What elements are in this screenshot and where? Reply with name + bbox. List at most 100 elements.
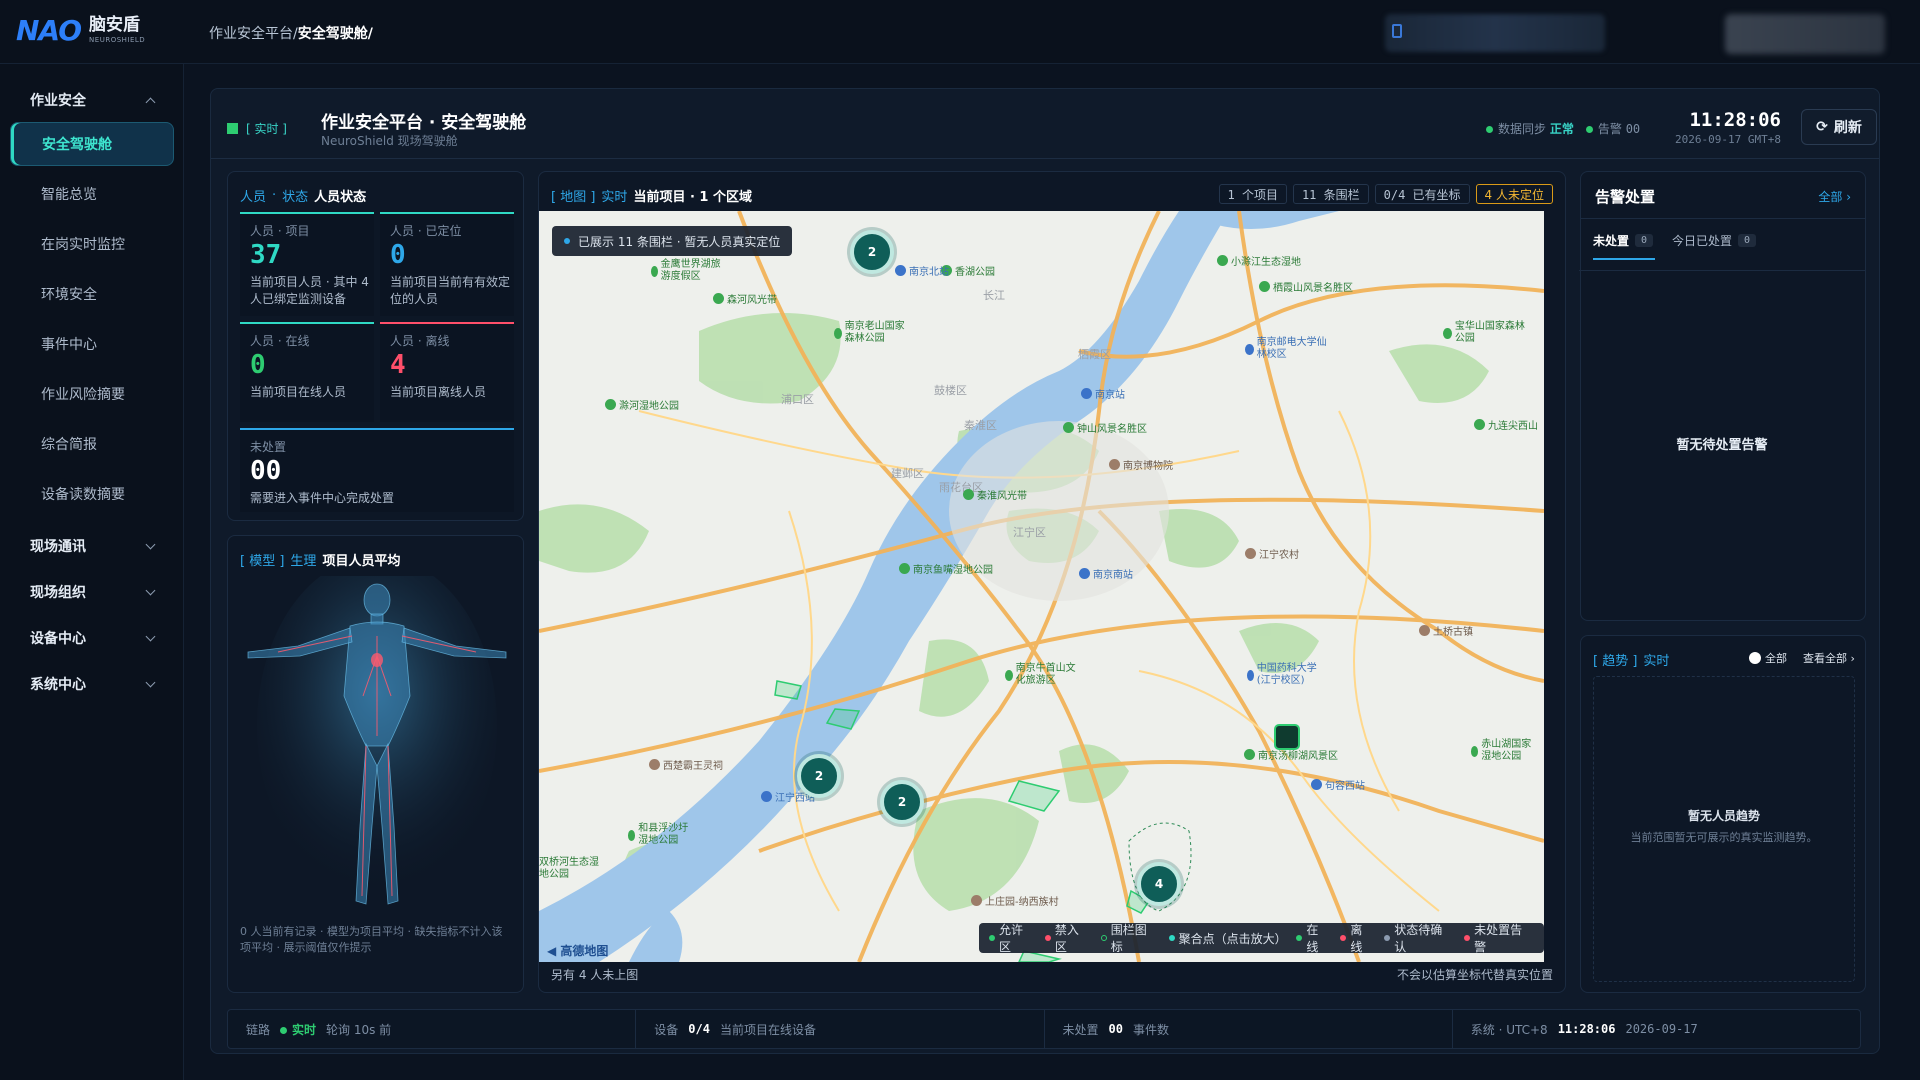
tab-underline — [1593, 258, 1655, 260]
document-icon — [1392, 24, 1402, 38]
legend-item: 未处置告警 — [1464, 921, 1534, 955]
map-cluster[interactable]: 2 — [880, 780, 924, 824]
map-cluster[interactable]: 2 — [850, 230, 894, 274]
sidebar-item-onduty-monitor[interactable]: 在岗实时监控 — [10, 222, 174, 266]
legend-item: 围栏图标 — [1100, 921, 1159, 955]
map-district-label: 浦口区 — [781, 393, 814, 406]
map-footer-right: 不会以估算坐标代替真实位置 — [1396, 968, 1553, 982]
map-poi-campus[interactable]: 南京邮电大学仙林校区 — [1245, 337, 1335, 361]
stat-card-project-people[interactable]: 人员 · 项目 37 当前项目人员 · 其中 4 人已绑定监测设备 — [240, 212, 374, 316]
stat-card-located[interactable]: 人员 · 已定位 0 当前项目当前有有效定位的人员 — [380, 212, 514, 316]
sidebar-item-event-center[interactable]: 事件中心 — [10, 322, 174, 366]
map-poi-landmark[interactable]: 南京博物院 — [1109, 457, 1173, 472]
map-poi-landmark[interactable]: 上庄园-纳西族村 — [971, 893, 1059, 908]
redacted-user-area[interactable] — [1725, 14, 1885, 54]
human-body-model[interactable] — [238, 576, 516, 916]
brand-logo[interactable]: NAO 脑安盾 NEUROSHIELD — [16, 14, 145, 47]
map-poi-park[interactable]: 秦淮风光带 — [963, 487, 1027, 502]
map-poi-park[interactable]: 小滁江生态湿地 — [1217, 253, 1301, 268]
map-poi-station[interactable]: 句容西站 — [1311, 777, 1365, 792]
map-district-label: 长江 — [983, 289, 1005, 302]
sidebar-group-site-org[interactable]: 现场组织 — [0, 572, 184, 612]
map-poi-park[interactable]: 赤山湖国家湿地公园 — [1471, 739, 1541, 763]
footer-link-status: 链路 实时 轮询 10s 前 — [228, 1010, 637, 1048]
top-bar: NAO 脑安盾 NEUROSHIELD 作业安全平台/安全驾驶舱/ — [0, 0, 1920, 64]
status-dot-icon — [280, 1026, 288, 1034]
map-poi-park[interactable]: 九连尖西山 — [1474, 417, 1538, 432]
toggle-knob-icon — [1749, 652, 1761, 664]
sidebar-group-operation-safety[interactable]: 作业安全 — [0, 80, 184, 120]
tab-today-handled[interactable]: 今日已处置 0 — [1672, 232, 1757, 249]
map-poi-park[interactable]: 栖霞山风景名胜区 — [1259, 279, 1353, 294]
status-dot-icon — [1486, 126, 1493, 133]
stat-card-online[interactable]: 人员 · 在线 0 当前项目在线人员 — [240, 322, 374, 422]
status-dot-icon — [1585, 126, 1593, 133]
map-info-box: 已展示 11 条围栏 · 暂无人员真实定位 — [552, 226, 793, 256]
chip-coords[interactable]: 0/4 已有坐标 — [1374, 184, 1470, 204]
map-cluster[interactable]: 2 — [797, 754, 841, 798]
sidebar-item-environment-safety[interactable]: 环境安全 — [10, 272, 174, 316]
breadcrumb-current: 安全驾驶舱/ — [297, 26, 373, 42]
sidebar-item-risk-summary[interactable]: 作业风险摘要 — [10, 372, 174, 416]
stat-card-offline[interactable]: 人员 · 离线 4 当前项目离线人员 — [380, 322, 514, 422]
map-poi-landmark[interactable]: 土桥古镇 — [1419, 623, 1473, 638]
map-poi-park[interactable]: 香湖公园 — [941, 263, 995, 278]
clock-time: 11:28:06 — [1689, 109, 1781, 131]
brand-name-en: NEUROSHIELD — [89, 36, 146, 44]
map-poi-station[interactable]: 南京站 — [1081, 386, 1125, 401]
device-marker-icon[interactable] — [1274, 724, 1300, 750]
alert-all-link[interactable]: 全部 › — [1818, 188, 1851, 205]
map-poi-park[interactable]: 南京牛首山文化旅游区 — [1005, 663, 1085, 687]
sidebar-group-system-center[interactable]: 系统中心 — [0, 664, 184, 704]
sidebar-group-device-center[interactable]: 设备中心 — [0, 618, 184, 658]
trend-all-toggle[interactable]: 全部 — [1749, 650, 1787, 666]
breadcrumb-parent[interactable]: 作业安全平台/ — [209, 26, 298, 42]
footer-system-status: 系统 · UTC+8 11:28:06 2026-09-17 — [1470, 1022, 1698, 1037]
chip-fences[interactable]: 11 条围栏 — [1292, 184, 1369, 204]
stat-card-pending[interactable]: 未处置 00 需要进入事件中心完成处置 — [240, 428, 514, 512]
map-poi-park[interactable]: 钟山风景名胜区 — [1063, 420, 1147, 435]
map-district-label: 秦淮区 — [964, 419, 997, 432]
map-poi-park[interactable]: 宝华山国家森林公园 — [1443, 321, 1527, 345]
page-subtitle: NeuroShield 现场驾驶舱 — [321, 134, 458, 148]
map-poi-park[interactable]: 南京鱼嘴湿地公园 — [899, 561, 993, 576]
map-poi-landmark[interactable]: 江宁农村 — [1245, 546, 1299, 561]
map-poi-park[interactable]: 双桥河生态湿地公园 — [539, 857, 599, 881]
sidebar-item-safety-cockpit[interactable]: 安全驾驶舱 — [10, 122, 174, 166]
redacted-search-area[interactable] — [1385, 14, 1605, 52]
map-canvas[interactable]: 浦口区 鼓楼区 秦淮区 建邺区 雨花台区 江宁区 栖霞区 长江 金鹰世界湖旅游度… — [539, 211, 1544, 962]
map-district-label: 建邺区 — [891, 467, 924, 480]
chip-unlocated[interactable]: 4 人未定位 — [1475, 184, 1553, 204]
chevron-up-icon — [145, 97, 156, 107]
panel-title: 项目人员平均 — [322, 554, 401, 569]
sidebar-item-brief-report[interactable]: 综合简报 — [10, 422, 174, 466]
map-poi-campus[interactable]: 中国药科大学(江宁校区) — [1247, 663, 1323, 687]
legend-item: 允许区 — [989, 921, 1035, 955]
map-poi-park[interactable]: 南京老山国家森林公园 — [834, 321, 914, 345]
trend-view-all-link[interactable]: 查看全部 › — [1803, 650, 1855, 666]
chevron-down-icon — [145, 585, 156, 595]
map-poi-park[interactable]: 金鹰世界湖旅游度假区 — [651, 259, 721, 283]
live-square-icon — [227, 123, 238, 134]
map-district-label: 鼓楼区 — [934, 384, 967, 397]
sidebar-group-site-comm[interactable]: 现场通讯 — [0, 526, 184, 566]
chevron-down-icon — [145, 677, 156, 687]
sidebar-item-smart-overview[interactable]: 智能总览 — [10, 172, 174, 216]
map-poi-station[interactable]: 南京南站 — [1079, 566, 1133, 581]
map-poi-station[interactable]: 南京北站 — [895, 263, 949, 278]
map-poi-landmark[interactable]: 西楚霸王灵祠 — [649, 757, 723, 772]
map-cluster[interactable]: 4 — [1137, 862, 1181, 906]
map-brand-icon: ◀ — [547, 944, 561, 958]
panel-title: 人员状态 — [314, 190, 367, 205]
stat-value: 37 — [250, 240, 282, 270]
page-title: 作业安全平台 · 安全驾驶舱 — [321, 113, 527, 133]
refresh-button[interactable]: ⟳ 刷新 — [1801, 109, 1877, 145]
trend-empty-area: 暂无人员趋势 当前范围暂无可展示的真实监测趋势。 — [1593, 676, 1855, 982]
map-poi-park[interactable]: 森河风光带 — [713, 291, 777, 306]
tab-pending[interactable]: 未处置 0 — [1593, 232, 1654, 249]
map-poi-park[interactable]: 滁河湿地公园 — [605, 397, 679, 412]
map-poi-park[interactable]: 和县浮沙圩湿地公园 — [628, 823, 698, 847]
chip-projects[interactable]: 1 个项目 — [1218, 184, 1287, 204]
map-base — [539, 211, 1544, 962]
sidebar-item-device-readings[interactable]: 设备读数摘要 — [10, 472, 174, 516]
